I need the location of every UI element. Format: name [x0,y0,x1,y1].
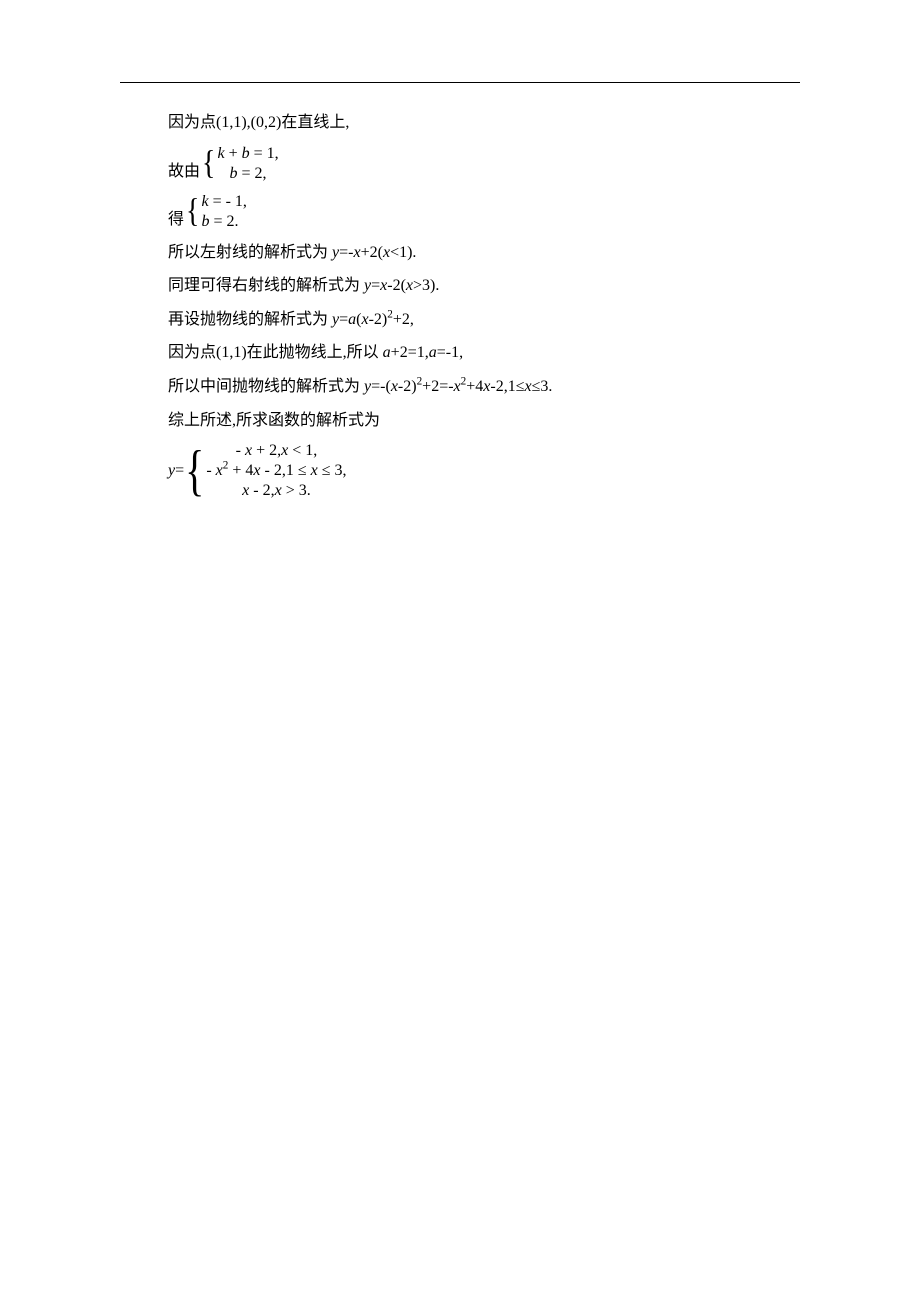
piecewise-row2: - x2 + 4x - 2,1 ≤ x ≤ 3, [206,461,346,481]
brace-system-2: { k = - 1, b = 2. [186,192,247,232]
system-rows-2: k = - 1, b = 2. [201,192,246,232]
parabola-text: 再设抛物线的解析式为 [168,311,332,328]
sys1-row1: k + b = 1, [217,144,278,164]
piecewise-y-equals: y= [168,458,185,484]
left-brace-icon: { [202,147,215,181]
left-brace-icon: { [186,195,199,229]
left-ray-eq: y=-x+2(x<1). [332,244,416,261]
prefix-get: 得 [168,210,186,231]
parabola-eq: y=a(x-2)2+2, [332,311,414,328]
conclusion-text: 综上所述,所求函数的解析式为 [168,408,800,434]
parabola-point-eq: a+2=1,a=-1, [383,344,463,361]
left-brace-icon: { [185,443,204,499]
sys1-row2: b = 2, [217,164,278,184]
piecewise-row3: x - 2,x > 3. [206,481,346,501]
parabola-result-eq: y=-(x-2)2+2=-x2+4x-2,1≤x≤3. [364,378,552,395]
piecewise-function: y= { - x + 2,x < 1, - x2 + 4x - 2,1 ≤ x … [168,441,800,501]
system-given: 故由 { k + b = 1, b = 2, [168,144,800,184]
prefix-therefore-by: 故由 [168,162,202,183]
parabola-setup: 再设抛物线的解析式为 y=a(x-2)2+2, [168,307,800,333]
document-content: 因为点(1,1),(0,2)在直线上, 故由 { k + b = 1, b = … [168,110,800,507]
right-ray-text: 同理可得右射线的解析式为 [168,277,364,294]
sys2-row1: k = - 1, [201,192,246,212]
parabola-result: 所以中间抛物线的解析式为 y=-(x-2)2+2=-x2+4x-2,1≤x≤3. [168,374,800,400]
parabola-point-text: 因为点(1,1)在此抛物线上,所以 [168,344,383,361]
brace-system-piecewise: { - x + 2,x < 1, - x2 + 4x - 2,1 ≤ x ≤ 3… [185,441,346,501]
system-rows-1: k + b = 1, b = 2, [217,144,278,184]
system-solved: 得 { k = - 1, b = 2. [168,192,800,232]
top-horizontal-rule [120,82,800,83]
sys2-row2: b = 2. [201,212,246,232]
left-ray-text: 所以左射线的解析式为 [168,244,332,261]
right-ray-formula: 同理可得右射线的解析式为 y=x-2(x>3). [168,273,800,299]
right-ray-eq: y=x-2(x>3). [364,277,439,294]
parabola-point: 因为点(1,1)在此抛物线上,所以 a+2=1,a=-1, [168,340,800,366]
parabola-result-text: 所以中间抛物线的解析式为 [168,378,364,395]
piecewise-row1: - x + 2,x < 1, [206,441,346,461]
piecewise-rows: - x + 2,x < 1, - x2 + 4x - 2,1 ≤ x ≤ 3, … [206,441,346,501]
line-points-on-line: 因为点(1,1),(0,2)在直线上, [168,110,800,136]
brace-system-1: { k + b = 1, b = 2, [202,144,279,184]
left-ray-formula: 所以左射线的解析式为 y=-x+2(x<1). [168,240,800,266]
